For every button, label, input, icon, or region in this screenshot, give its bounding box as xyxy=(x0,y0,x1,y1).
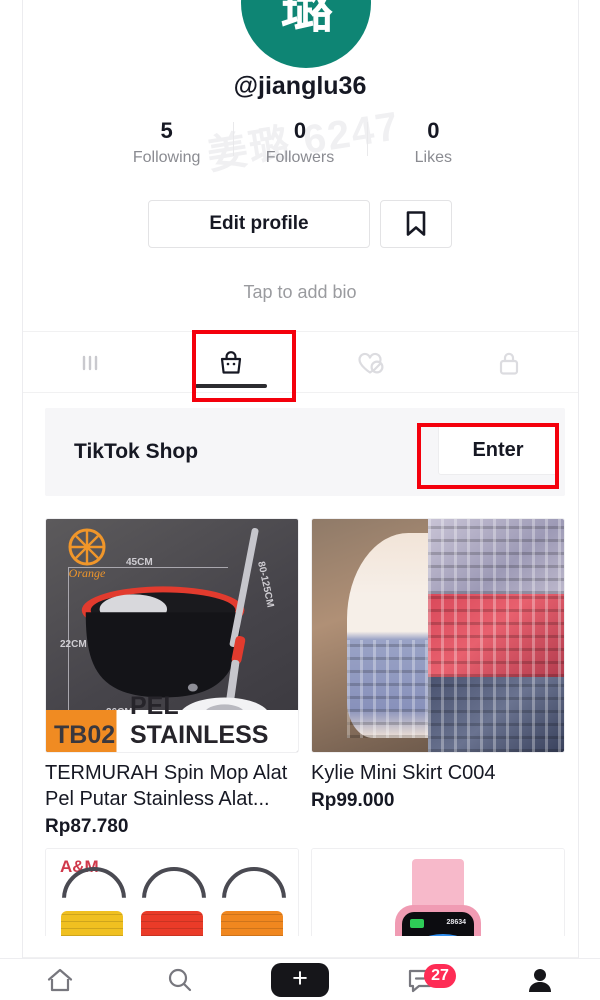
enter-button[interactable]: Enter xyxy=(438,425,558,475)
inbox-badge: 27 xyxy=(424,963,456,988)
tiktok-profile-screen: 姜璐 6247 姜璐 6247 璐 @jianglu36 5 Following… xyxy=(0,0,600,1000)
tabbar-divider xyxy=(23,392,578,393)
followers-label: Followers xyxy=(265,149,335,166)
grid-icon xyxy=(83,355,98,370)
home-icon xyxy=(47,968,73,991)
bookmark-button[interactable] xyxy=(380,200,452,248)
tab-posts[interactable] xyxy=(23,332,162,393)
screen-left-border xyxy=(22,0,23,958)
profile-tabbar xyxy=(23,331,578,393)
mop-banner: TB02 PEL STAINLESS xyxy=(46,692,298,752)
likes-label: Likes xyxy=(414,149,452,166)
tab-private[interactable] xyxy=(439,332,578,393)
stat-likes[interactable]: 0 Likes xyxy=(366,118,500,170)
avatar[interactable]: 璐 xyxy=(241,0,371,68)
product-grid: Orange 45CM 22CM 26CM 80-125CM xyxy=(45,518,565,936)
following-count: 5 xyxy=(160,118,173,143)
product-card[interactable]: 28634 xyxy=(311,848,565,936)
product-card[interactable]: Kylie Mini Skirt C004 Rp99.000 xyxy=(311,518,565,838)
active-tab-underline xyxy=(195,384,268,388)
bookmark-icon xyxy=(406,211,426,236)
nav-search[interactable] xyxy=(120,966,240,994)
nav-profile[interactable] xyxy=(480,966,600,994)
tab-liked[interactable] xyxy=(301,332,440,393)
profile-handle: @jianglu36 xyxy=(233,72,367,100)
nav-home[interactable] xyxy=(0,966,120,994)
nav-inbox[interactable]: 27 xyxy=(360,963,480,994)
product-image-smartwatch: 28634 xyxy=(311,848,565,936)
search-icon xyxy=(168,968,192,991)
product-image-skirt xyxy=(311,518,565,753)
product-image-bags: A&M xyxy=(45,848,299,936)
profile-stats: 5 Following 0 Followers 0 Likes xyxy=(100,118,500,170)
followers-count: 0 xyxy=(293,118,307,143)
bio-placeholder[interactable]: Tap to add bio xyxy=(0,282,600,303)
likes-count: 0 xyxy=(427,118,440,143)
edit-profile-button[interactable]: Edit profile xyxy=(148,200,370,248)
screen-right-border xyxy=(578,0,579,958)
plus-icon: + xyxy=(292,962,308,993)
stat-followers[interactable]: 0 Followers xyxy=(233,118,366,170)
following-label: Following xyxy=(132,149,201,166)
heart-slash-icon xyxy=(358,352,384,374)
product-title: TERMURAH Spin Mop Alat Pel Putar Stainle… xyxy=(45,762,288,810)
lock-icon xyxy=(499,352,518,375)
product-image-spin-mop: Orange 45CM 22CM 26CM 80-125CM xyxy=(45,518,299,753)
product-price: Rp87.780 xyxy=(45,816,129,837)
create-button[interactable]: + xyxy=(266,962,334,997)
mop-banner-code: TB02 xyxy=(54,721,116,749)
product-price: Rp99.000 xyxy=(311,790,395,811)
avatar-initial: 璐 xyxy=(280,0,333,39)
shopping-bag-icon xyxy=(221,350,242,374)
person-icon xyxy=(529,968,551,992)
product-title: Kylie Mini Skirt C004 xyxy=(311,762,496,784)
tiktok-shop-row: TikTok Shop Enter xyxy=(45,408,565,496)
watch-steps-value: 28634 xyxy=(446,919,466,926)
stat-following[interactable]: 5 Following xyxy=(100,118,233,170)
shop-title: TikTok Shop xyxy=(74,440,199,463)
mop-banner-text: PEL STAINLESS xyxy=(130,692,269,749)
product-card[interactable]: A&M xyxy=(45,848,299,936)
tab-shop[interactable] xyxy=(162,332,301,393)
product-card[interactable]: Orange 45CM 22CM 26CM 80-125CM xyxy=(45,518,299,838)
profile-actions: Edit profile xyxy=(0,200,600,248)
bottom-navigation: + 27 xyxy=(0,958,600,1000)
nav-create[interactable]: + xyxy=(240,962,360,997)
